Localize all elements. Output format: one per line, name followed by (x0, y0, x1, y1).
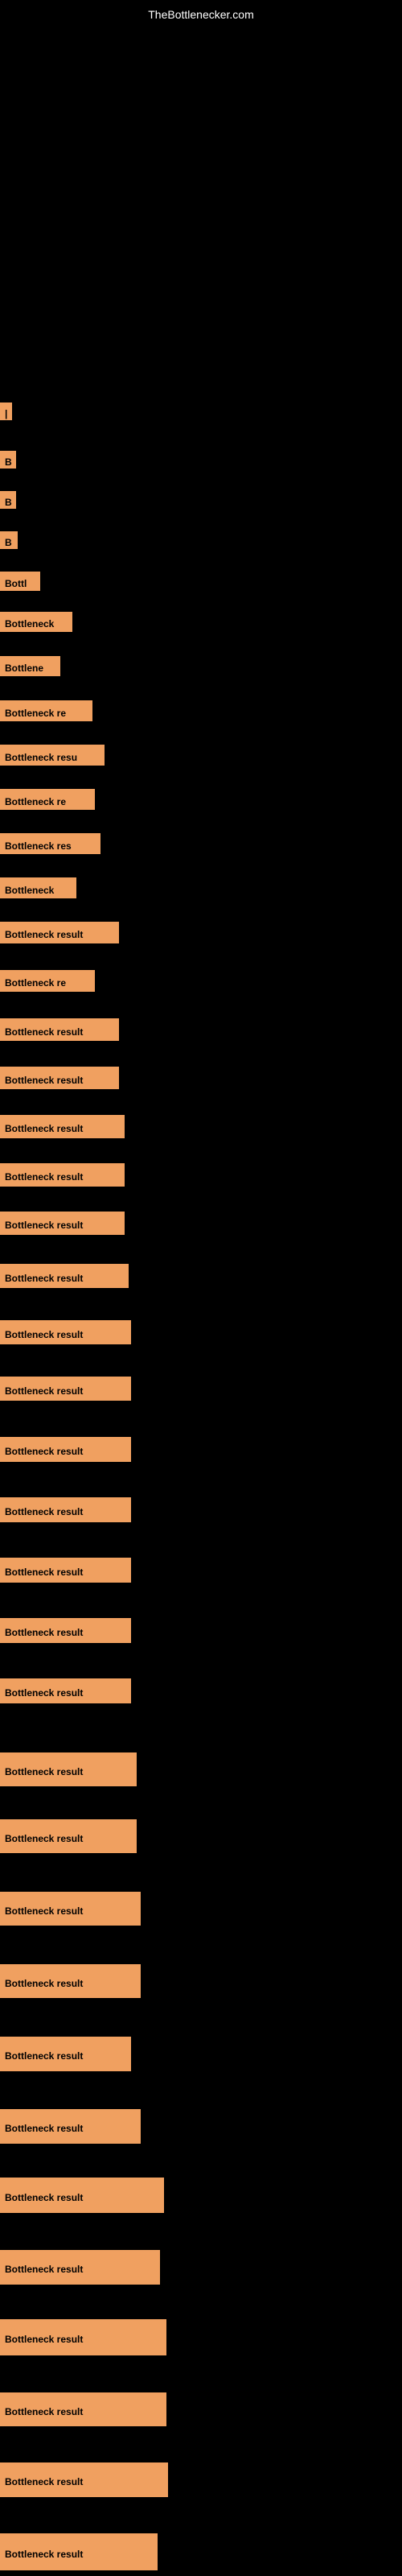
bottleneck-item[interactable]: Bottleneck resu (0, 745, 105, 766)
bottleneck-item[interactable]: Bottleneck result (0, 1892, 141, 1926)
bottleneck-item[interactable]: Bottleneck result (0, 2533, 158, 2570)
bottleneck-item[interactable]: Bottleneck result (0, 1752, 137, 1786)
bottleneck-item[interactable]: Bottleneck result (0, 1437, 131, 1462)
bottleneck-item[interactable]: Bottleneck result (0, 2319, 166, 2355)
bottleneck-item[interactable]: Bottleneck result (0, 1377, 131, 1401)
bottleneck-item[interactable]: Bottleneck result (0, 1497, 131, 1522)
bottleneck-item[interactable]: Bottleneck result (0, 1558, 131, 1583)
bottleneck-item[interactable]: Bottleneck result (0, 1018, 119, 1041)
bottleneck-item[interactable]: Bottleneck result (0, 922, 119, 943)
bottleneck-item[interactable]: Bottleneck result (0, 2250, 160, 2285)
bottleneck-item[interactable]: Bottl (0, 572, 40, 591)
bottleneck-item[interactable]: B (0, 451, 16, 469)
bottleneck-item[interactable]: B (0, 531, 18, 549)
bottleneck-item[interactable]: Bottleneck result (0, 1067, 119, 1089)
bottleneck-item[interactable]: Bottleneck result (0, 2037, 131, 2071)
bottleneck-item[interactable]: Bottleneck result (0, 1819, 137, 1853)
bottleneck-item[interactable]: Bottleneck result (0, 1618, 131, 1643)
bottleneck-item[interactable]: Bottleneck re (0, 700, 92, 721)
bottleneck-item[interactable]: Bottleneck res (0, 833, 100, 854)
bottleneck-item[interactable]: Bottleneck result (0, 1264, 129, 1288)
bottleneck-item[interactable]: Bottleneck re (0, 789, 95, 810)
bottleneck-item[interactable]: | (0, 402, 12, 420)
bottleneck-item[interactable]: Bottleneck result (0, 2178, 164, 2213)
bottleneck-item[interactable]: Bottleneck result (0, 2109, 141, 2144)
bottleneck-item[interactable]: Bottleneck re (0, 970, 95, 992)
bottleneck-item[interactable]: Bottleneck result (0, 1163, 125, 1187)
bottleneck-item[interactable]: Bottleneck (0, 877, 76, 898)
bottleneck-item[interactable]: B (0, 491, 16, 509)
bottleneck-item[interactable]: Bottleneck result (0, 1115, 125, 1138)
bottleneck-item[interactable]: Bottleneck (0, 612, 72, 632)
bottleneck-item[interactable]: Bottlene (0, 656, 60, 676)
bottleneck-item[interactable]: Bottleneck result (0, 1964, 141, 1998)
bottleneck-item[interactable]: Bottleneck result (0, 2462, 168, 2497)
bottleneck-item[interactable]: Bottleneck result (0, 2392, 166, 2426)
bottleneck-item[interactable]: Bottleneck result (0, 1212, 125, 1235)
bottleneck-item[interactable]: Bottleneck result (0, 1320, 131, 1344)
site-title: TheBottlenecker.com (148, 8, 254, 21)
bottleneck-item[interactable]: Bottleneck result (0, 1678, 131, 1703)
